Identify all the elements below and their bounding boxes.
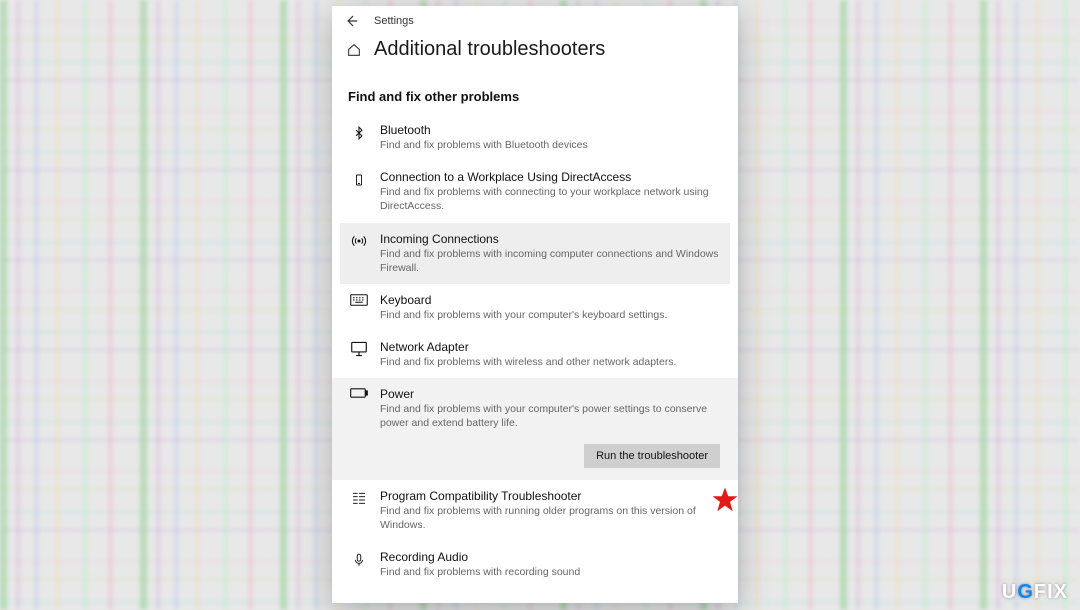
troubleshooter-list: Bluetooth Find and fix problems with Blu…	[332, 114, 738, 588]
app-name: Settings	[374, 15, 414, 27]
home-icon[interactable]	[346, 42, 362, 58]
title-row: Additional troubleshooters	[332, 30, 738, 67]
item-bluetooth[interactable]: Bluetooth Find and fix problems with Blu…	[340, 114, 730, 161]
battery-icon	[350, 387, 368, 430]
workplace-icon	[350, 170, 368, 213]
item-label: Power	[380, 387, 720, 401]
item-label: Keyboard	[380, 293, 720, 307]
microphone-icon	[350, 550, 368, 579]
item-incoming-connections[interactable]: Incoming Connections Find and fix proble…	[340, 223, 730, 284]
bluetooth-icon	[350, 123, 368, 152]
item-desc: Find and fix problems with your computer…	[380, 402, 720, 430]
item-desc: Find and fix problems with incoming comp…	[380, 247, 720, 275]
item-directaccess[interactable]: Connection to a Workplace Using DirectAc…	[340, 161, 730, 222]
item-desc: Find and fix problems with your computer…	[380, 308, 720, 322]
item-desc: Find and fix problems with wireless and …	[380, 355, 720, 369]
item-program-compatibility[interactable]: Program Compatibility Troubleshooter Fin…	[340, 480, 730, 541]
item-power-selected: Power Find and fix problems with your co…	[332, 378, 738, 479]
item-label: Recording Audio	[380, 550, 720, 564]
page-title: Additional troubleshooters	[374, 38, 605, 61]
window-topbar: Settings	[332, 6, 738, 30]
item-desc: Find and fix problems with recording sou…	[380, 565, 720, 579]
antenna-icon	[350, 232, 368, 275]
item-label: Network Adapter	[380, 340, 720, 354]
back-button[interactable]	[342, 12, 360, 30]
settings-window: Settings Additional troubleshooters Find…	[332, 6, 738, 603]
run-troubleshooter-button[interactable]: Run the troubleshooter	[584, 444, 720, 468]
item-desc: Find and fix problems with Bluetooth dev…	[380, 138, 720, 152]
item-power[interactable]: Power Find and fix problems with your co…	[340, 378, 730, 439]
monitor-icon	[350, 340, 368, 369]
item-desc: Find and fix problems with connecting to…	[380, 185, 720, 213]
item-label: Incoming Connections	[380, 232, 720, 246]
watermark: UGFIX	[1002, 581, 1068, 604]
keyboard-icon	[350, 293, 368, 322]
item-keyboard[interactable]: Keyboard Find and fix problems with your…	[340, 284, 730, 331]
item-label: Program Compatibility Troubleshooter	[380, 489, 720, 503]
item-label: Bluetooth	[380, 123, 720, 137]
item-label: Connection to a Workplace Using DirectAc…	[380, 170, 720, 184]
item-recording-audio[interactable]: Recording Audio Find and fix problems wi…	[340, 541, 730, 588]
item-network-adapter[interactable]: Network Adapter Find and fix problems wi…	[340, 331, 730, 378]
section-heading: Find and fix other problems	[332, 67, 738, 114]
item-desc: Find and fix problems with running older…	[380, 504, 720, 532]
programs-icon	[350, 489, 368, 532]
